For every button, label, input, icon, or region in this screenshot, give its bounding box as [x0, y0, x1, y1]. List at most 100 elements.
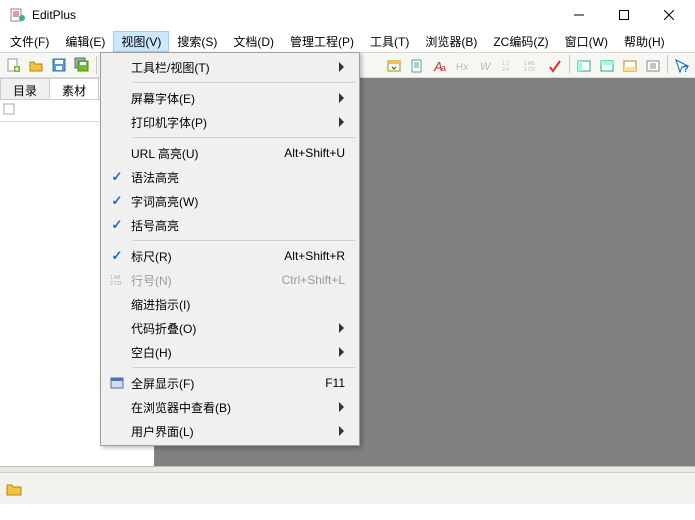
menu-zc[interactable]: ZC编码(Z)	[485, 31, 556, 52]
menu-window[interactable]: 窗口(W)	[557, 31, 616, 52]
panel3-button[interactable]	[619, 55, 641, 77]
minimize-button[interactable]	[556, 1, 601, 29]
menu-help[interactable]: 帮助(H)	[616, 31, 673, 52]
menu-divider	[133, 240, 355, 241]
menu-edit[interactable]: 编辑(E)	[57, 31, 113, 52]
menu-item[interactable]: 用户界面(L)	[103, 419, 357, 443]
menu-item[interactable]: ✓括号高亮	[103, 213, 357, 237]
menu-document[interactable]: 文档(D)	[225, 31, 282, 52]
linenum-button[interactable]: 1 23 4	[498, 55, 520, 77]
menu-item-label: 代码折叠(O)	[131, 320, 333, 337]
submenu-arrow-icon	[339, 323, 345, 333]
menu-item-label: 打印机字体(P)	[131, 114, 333, 131]
menu-item-label: 缩进指示(I)	[131, 296, 345, 313]
check-icon: ✓	[103, 217, 131, 233]
menu-item-label: 行号(N)	[131, 272, 282, 289]
menu-browser[interactable]: 浏览器(B)	[417, 31, 485, 52]
menu-item[interactable]: 缩进指示(I)	[103, 292, 357, 316]
font-button[interactable]: Aa	[429, 55, 451, 77]
menu-item-label: 全屏显示(F)	[131, 375, 325, 392]
menu-item-label: 标尺(R)	[131, 248, 284, 265]
menu-item-label: 字词高亮(W)	[131, 193, 345, 210]
menu-item[interactable]: 在浏览器中查看(B)	[103, 395, 357, 419]
close-button[interactable]	[646, 1, 691, 29]
tab-material[interactable]: 素材	[49, 78, 99, 99]
spellcheck-button[interactable]	[544, 55, 566, 77]
menu-item[interactable]: 工具栏/视图(T)	[103, 55, 357, 79]
menu-item[interactable]: 空白(H)	[103, 340, 357, 364]
menu-item-label: 工具栏/视图(T)	[131, 59, 333, 76]
svg-text:2 CD: 2 CD	[524, 67, 536, 73]
hex-button[interactable]: Hx	[452, 55, 474, 77]
menu-divider	[133, 82, 355, 83]
tab-directory[interactable]: 目录	[0, 78, 50, 99]
menu-shortcut: Alt+Shift+R	[284, 249, 345, 263]
menu-item-label: 语法高亮	[131, 169, 345, 186]
menu-shortcut: Alt+Shift+U	[284, 146, 345, 160]
panel2-button[interactable]	[596, 55, 618, 77]
menu-item-label: 屏幕字体(E)	[131, 90, 333, 107]
svg-text:2 CD: 2 CD	[110, 281, 122, 287]
menu-item[interactable]: 屏幕字体(E)	[103, 86, 357, 110]
app-title: EditPlus	[32, 8, 76, 22]
menu-item-label: URL 高亮(U)	[131, 145, 284, 162]
menu-shortcut: Ctrl+Shift+L	[282, 273, 345, 287]
menu-file[interactable]: 文件(F)	[2, 31, 57, 52]
submenu-arrow-icon	[339, 347, 345, 357]
menu-item-label: 用户界面(L)	[131, 423, 333, 440]
svg-text:?: ?	[683, 64, 689, 74]
save-button[interactable]	[48, 54, 70, 76]
menu-item-label: 空白(H)	[131, 344, 333, 361]
menu-item-label: 括号高亮	[131, 217, 345, 234]
menu-view[interactable]: 视图(V)	[113, 31, 169, 52]
menubar: 文件(F) 编辑(E) 视图(V) 搜索(S) 文档(D) 管理工程(P) 工具…	[0, 30, 695, 52]
titlebar: EditPlus	[0, 0, 695, 30]
folder-icon	[6, 482, 22, 496]
menu-shortcut: F11	[325, 376, 345, 390]
menu-project[interactable]: 管理工程(P)	[282, 31, 362, 52]
maximize-button[interactable]	[601, 1, 646, 29]
svg-text:a: a	[441, 63, 446, 73]
check-icon: ✓	[103, 248, 131, 264]
app-icon	[10, 7, 26, 23]
menu-item[interactable]: 全屏显示(F)F11	[103, 371, 357, 395]
linenumbers-button[interactable]: 1 AB2 CD	[521, 55, 543, 77]
linenum-icon: 1 AB2 CD	[103, 273, 131, 287]
save-all-button[interactable]	[71, 54, 93, 76]
menu-divider	[133, 137, 355, 138]
menu-item[interactable]: 代码折叠(O)	[103, 316, 357, 340]
submenu-arrow-icon	[339, 402, 345, 412]
svg-text:3 4: 3 4	[502, 67, 509, 73]
menu-item[interactable]: ✓字词高亮(W)	[103, 189, 357, 213]
open-file-button[interactable]	[25, 54, 47, 76]
submenu-arrow-icon	[339, 117, 345, 127]
menu-item[interactable]: ✓语法高亮	[103, 165, 357, 189]
new-file-button[interactable]	[2, 54, 24, 76]
toolbar-separator	[569, 55, 570, 73]
panel4-button[interactable]	[642, 55, 664, 77]
toolbar-separator	[667, 55, 668, 73]
menu-tools[interactable]: 工具(T)	[362, 31, 417, 52]
statusbar	[0, 472, 695, 504]
side-open-button[interactable]	[2, 102, 20, 120]
menu-item[interactable]: URL 高亮(U)Alt+Shift+U	[103, 141, 357, 165]
svg-text:Hx: Hx	[456, 62, 468, 73]
check-icon: ✓	[103, 193, 131, 209]
menu-item[interactable]: ✓标尺(R)Alt+Shift+R	[103, 244, 357, 268]
menu-search[interactable]: 搜索(S)	[169, 31, 225, 52]
panel1-button[interactable]	[573, 55, 595, 77]
wrap-button[interactable]: W	[475, 55, 497, 77]
check-icon: ✓	[103, 169, 131, 185]
menu-divider	[133, 367, 355, 368]
doc-icon-button[interactable]	[406, 55, 428, 77]
menu-item: 1 AB2 CD行号(N)Ctrl+Shift+L	[103, 268, 357, 292]
svg-text:W: W	[480, 61, 492, 73]
toggle-button[interactable]	[383, 55, 405, 77]
menu-item-label: 在浏览器中查看(B)	[131, 399, 333, 416]
submenu-arrow-icon	[339, 62, 345, 72]
toolbar-separator	[96, 56, 97, 74]
view-dropdown: 工具栏/视图(T)屏幕字体(E)打印机字体(P)URL 高亮(U)Alt+Shi…	[100, 52, 360, 446]
menu-item[interactable]: 打印机字体(P)	[103, 110, 357, 134]
help-button[interactable]: ?	[671, 55, 693, 77]
submenu-arrow-icon	[339, 426, 345, 436]
